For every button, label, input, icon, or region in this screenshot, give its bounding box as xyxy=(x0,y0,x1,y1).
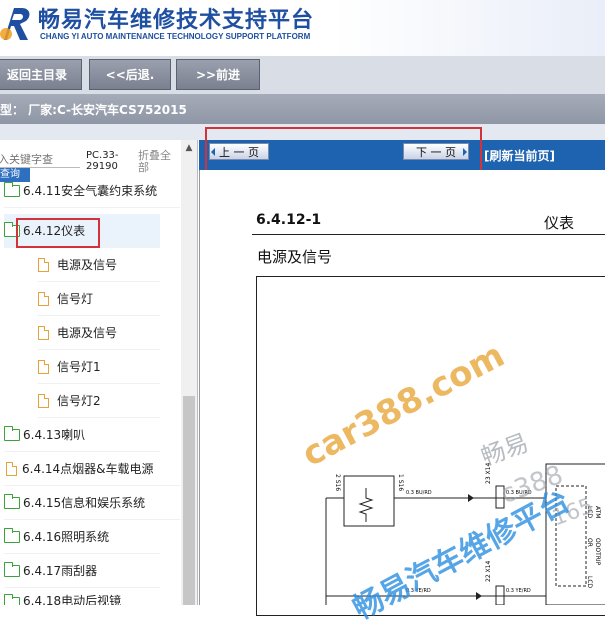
tree-item-lighting[interactable]: 6.4.16照明系统 xyxy=(4,520,160,554)
catalog-sidebar: 查询 PC.33-29190 折叠全部 6.4.11安全气囊约束系统 6.4.1… xyxy=(0,140,198,605)
folder-icon xyxy=(4,527,20,543)
tree-item-signal-lamp-1[interactable]: 信号灯1 xyxy=(38,350,160,384)
pin-label: 1 S16 xyxy=(397,474,404,491)
refresh-page-link[interactable]: [刷新当前页] xyxy=(484,147,555,164)
wire-label: 0.3 BU/RD xyxy=(506,490,532,496)
platform-title: 畅易汽车维修技术支持平台 xyxy=(38,8,315,33)
header-rule xyxy=(252,234,605,235)
connector-arrow-icon xyxy=(476,592,482,600)
document-icon xyxy=(38,359,49,374)
tree-item-signal-lamp[interactable]: 信号灯 xyxy=(38,282,160,316)
model-info-bar: 型： 厂家:C-长安汽车CS752015 xyxy=(0,94,605,124)
tree-item-power-signal[interactable]: 电源及信号 xyxy=(38,248,160,282)
navigation-bar: 返回主目录 <<后退. >>前进 xyxy=(0,56,605,94)
tree-item-label: 信号灯 xyxy=(57,292,94,306)
document-icon xyxy=(38,257,49,272)
tree-item-label: 6.4.15信息和娱乐系统 xyxy=(23,496,146,510)
connector-label: 23 X14 xyxy=(485,463,492,484)
pin-label: 2 S16 xyxy=(334,474,341,491)
document-page: 6.4.12-1 仪表 电源及信号 2 S16 1 S16 0.3 BU/RD … xyxy=(199,170,605,627)
block-label: LCD xyxy=(586,576,593,589)
forward-button[interactable]: >>前进 xyxy=(176,59,260,90)
tree-item-label: 6.4.13喇叭 xyxy=(23,428,86,442)
tree-item-label: 电源及信号 xyxy=(57,326,118,340)
resistor-symbol xyxy=(358,488,374,522)
folder-icon xyxy=(4,181,20,197)
tree-item-label: 电源及信号 xyxy=(57,258,118,272)
scroll-up-arrow-icon[interactable]: ▲ xyxy=(181,140,197,156)
selection-highlight-box xyxy=(16,218,100,248)
scroll-thumb[interactable] xyxy=(183,396,195,605)
wire-label: 0.3 YE/RD xyxy=(506,588,531,594)
block-label: OR xyxy=(586,538,593,547)
block-label: ATM xyxy=(594,506,601,518)
tree-item-label: 6.4.18电动后视镜 xyxy=(23,594,122,605)
collapse-all-button[interactable]: 折叠全部 xyxy=(138,150,178,174)
document-viewer: 上 一 页 下 一 页 [刷新当前页] 6.4.12-1 仪表 电源及信号 2 … xyxy=(199,127,605,627)
pc-code-label: PC.33-29190 xyxy=(86,150,119,172)
wire-label: 0.3 BU/RD xyxy=(406,490,432,496)
tree-item-wiper[interactable]: 6.4.17雨刮器 xyxy=(4,554,160,588)
tree-item-label: 信号灯2 xyxy=(57,394,101,408)
document-icon xyxy=(6,461,17,476)
tree-item-horn[interactable]: 6.4.13喇叭 xyxy=(4,418,160,452)
document-icon xyxy=(38,291,49,306)
tree-item-label: 6.4.14点烟器&车载电源 xyxy=(22,462,154,476)
block-label: ODOTRIP xyxy=(594,538,601,566)
document-icon xyxy=(38,325,49,340)
folder-icon xyxy=(4,493,20,509)
tree-item-power-signal-2[interactable]: 电源及信号 xyxy=(38,316,160,350)
back-button[interactable]: <<后退. xyxy=(89,59,171,90)
folder-icon xyxy=(4,594,20,605)
folder-icon xyxy=(4,561,20,577)
toolbar-highlight-box xyxy=(205,127,482,175)
sidebar-scrollbar[interactable]: ▲ xyxy=(181,140,197,605)
block-label: LCD xyxy=(586,506,593,519)
search-input[interactable] xyxy=(0,152,80,168)
platform-logo-icon xyxy=(0,8,30,40)
tree-item-mirror[interactable]: 6.4.18电动后视镜 xyxy=(4,588,160,605)
connector-label: 22 X14 xyxy=(485,561,492,582)
page-subtitle: 电源及信号 xyxy=(257,248,333,266)
wiring-diagram: 2 S16 1 S16 0.3 BU/RD 0.3 BU/RD 23 X14 2… xyxy=(325,463,605,605)
instrument-cluster-block xyxy=(545,463,605,605)
tree-item-label: 6.4.11安全气囊约束系统 xyxy=(23,184,158,198)
section-title: 仪表 xyxy=(544,214,575,232)
folder-icon xyxy=(4,425,20,441)
tree-item-signal-lamp-2[interactable]: 信号灯2 xyxy=(38,384,160,418)
section-number: 6.4.12-1 xyxy=(256,212,322,228)
model-info-text: 型： 厂家:C-长安汽车CS752015 xyxy=(0,102,187,117)
tree-item-infotainment[interactable]: 6.4.15信息和娱乐系统 xyxy=(4,486,180,520)
connector-x14-23 xyxy=(495,485,505,509)
tree-item-label: 6.4.16照明系统 xyxy=(23,530,110,544)
platform-subtitle: CHANG YI AUTO MAINTENANCE TECHNOLOGY SUP… xyxy=(40,32,311,41)
tree-item-label: 6.4.17雨刮器 xyxy=(23,564,98,578)
lcd-block xyxy=(555,485,587,587)
home-button[interactable]: 返回主目录 xyxy=(0,59,82,90)
tree-item-cigarette-lighter[interactable]: 6.4.14点烟器&车载电源 xyxy=(4,452,180,486)
document-icon xyxy=(38,393,49,408)
tree-item-label: 信号灯1 xyxy=(57,360,101,374)
wire-label: 0.3 YE/RD xyxy=(406,588,431,594)
tree-item-airbag[interactable]: 6.4.11安全气囊约束系统 xyxy=(4,174,180,208)
app-header: 畅易汽车维修技术支持平台 CHANG YI AUTO MAINTENANCE T… xyxy=(0,0,605,56)
connector-arrow-icon xyxy=(468,494,474,502)
